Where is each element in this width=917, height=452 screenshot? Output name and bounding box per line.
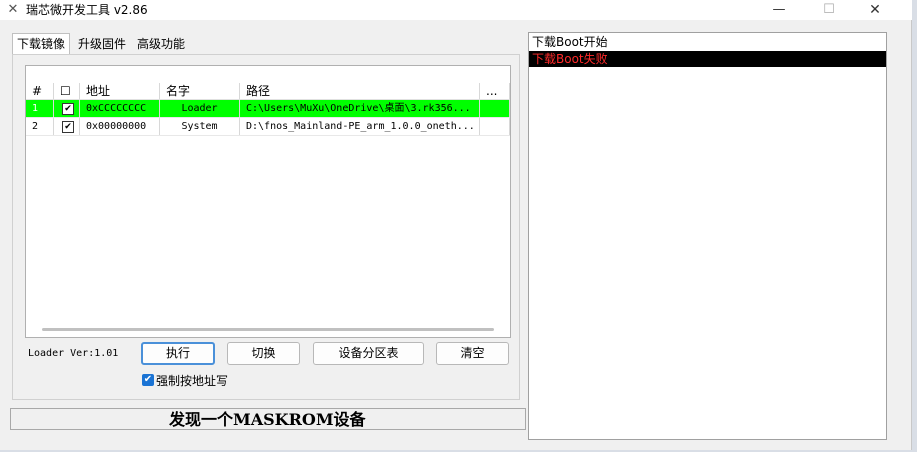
column-header-check[interactable]: ☐ (54, 83, 80, 99)
column-header-path[interactable]: 路径 (240, 83, 480, 99)
image-table: # ☐ 地址 名字 路径 ... 1 ✔ 0xCCCCCCCC Loader C… (25, 65, 511, 338)
force-write-label[interactable]: 强制按地址写 (156, 373, 228, 389)
column-header-name[interactable]: 名字 (160, 83, 240, 99)
clear-button[interactable]: 清空 (436, 342, 509, 365)
close-button[interactable]: ✕ (852, 0, 898, 20)
row-index: 2 (26, 118, 54, 135)
row-more[interactable] (480, 100, 510, 117)
checkbox-check-icon[interactable]: ✔ (62, 121, 74, 133)
row-checkbox[interactable]: ✔ (54, 100, 80, 117)
tab-upgrade-firmware[interactable]: 升级固件 (74, 34, 130, 54)
table-row[interactable]: 2 ✔ 0x00000000 System D:\fnos_Mainland-P… (26, 118, 510, 136)
horizontal-scrollbar[interactable] (42, 328, 494, 331)
log-line-error: 下载Boot失败 (529, 51, 886, 67)
tab-download-image[interactable]: 下载镜像 (12, 33, 71, 55)
log-line: 下载Boot开始 (532, 35, 608, 49)
row-name[interactable]: System (160, 118, 240, 135)
checkbox-check-icon[interactable]: ✔ (142, 374, 154, 386)
loader-version-label: Loader Ver:1.01 (28, 348, 119, 359)
title-bar: ✕ 瑞芯微开发工具 v2.86 — ☐ ✕ (0, 0, 912, 20)
column-header-address[interactable]: 地址 (80, 83, 160, 99)
table-row[interactable]: 1 ✔ 0xCCCCCCCC Loader C:\Users\MuXu\OneD… (26, 100, 510, 118)
app-window: ✕ 瑞芯微开发工具 v2.86 — ☐ ✕ 下载镜像 升级固件 高级功能 # ☐… (0, 0, 912, 450)
column-header-more[interactable]: ... (480, 83, 510, 99)
row-address[interactable]: 0x00000000 (80, 118, 160, 135)
tools-icon: ✕ (7, 2, 19, 17)
column-header-index[interactable]: # (26, 83, 54, 99)
row-path[interactable]: C:\Users\MuXu\OneDrive\桌面\3.rk356... (240, 100, 480, 117)
log-panel[interactable]: 下载Boot开始 下载Boot失败 (528, 32, 887, 440)
minimize-button[interactable]: — (756, 0, 802, 20)
row-index: 1 (26, 100, 54, 117)
device-status-text: 发现一个MASKROM设备 (169, 410, 366, 429)
status-bar: 发现一个MASKROM设备 (10, 408, 526, 430)
row-more[interactable] (480, 118, 510, 135)
maximize-button[interactable]: ☐ (806, 0, 852, 20)
row-path[interactable]: D:\fnos_Mainland-PE_arm_1.0.0_oneth... (240, 118, 480, 135)
row-address[interactable]: 0xCCCCCCCC (80, 100, 160, 117)
table-header: # ☐ 地址 名字 路径 ... (26, 83, 510, 100)
checkbox-check-icon[interactable]: ✔ (62, 103, 74, 115)
partition-table-button[interactable]: 设备分区表 (313, 342, 424, 365)
tab-advanced[interactable]: 高级功能 (133, 34, 189, 54)
row-checkbox[interactable]: ✔ (54, 118, 80, 135)
window-title: 瑞芯微开发工具 v2.86 (26, 3, 148, 17)
row-name[interactable]: Loader (160, 100, 240, 117)
execute-button[interactable]: 执行 (141, 342, 215, 365)
switch-button[interactable]: 切换 (227, 342, 300, 365)
